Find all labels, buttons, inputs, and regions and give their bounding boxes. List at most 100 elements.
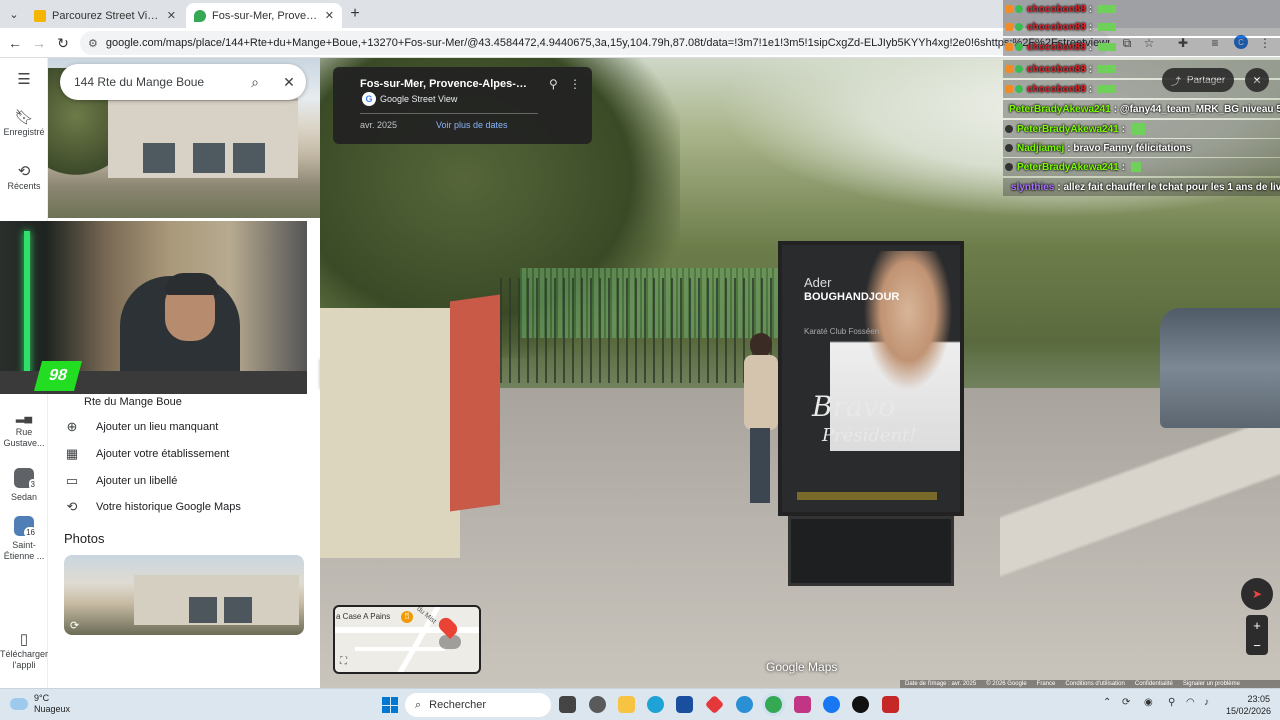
street-view-info-card: Fos-sur-Mer, Provence-Alpes-Côte ... G G…	[333, 67, 592, 144]
source-label: Google Street View	[380, 94, 458, 104]
chat-text: :	[1088, 63, 1093, 75]
weather-widget[interactable]: 9°C Nuageux	[10, 693, 70, 715]
location-pin-icon[interactable]: ⚲	[549, 77, 558, 91]
file-explorer-icon[interactable]	[618, 696, 635, 713]
google-maps-logo: Google Maps	[766, 660, 838, 674]
credit-country[interactable]: France	[1037, 680, 1056, 688]
task-view-icon[interactable]	[559, 696, 576, 713]
app-icon[interactable]	[882, 696, 899, 713]
screen: ⌄ Parcourez Street View et ajoute ✕ Fos-…	[0, 0, 1280, 720]
divider	[360, 113, 538, 114]
tab-search-button[interactable]: ⌄	[4, 4, 24, 24]
credit-report[interactable]: Signaler un problème	[1183, 680, 1240, 688]
start-button[interactable]	[382, 697, 398, 713]
chat-message: chocobon88:	[1003, 0, 1280, 18]
credit-date: Date de l'image : avr. 2025	[905, 681, 977, 687]
download-label: Télécharger l'appli	[0, 649, 49, 670]
url-text: google.com/maps/place/144+Rte+du+Mange+B…	[105, 37, 1110, 49]
add-location-icon: ⊕	[66, 419, 78, 434]
close-tab-icon[interactable]: ✕	[167, 9, 176, 22]
facebook-icon[interactable]	[823, 696, 840, 713]
maps-history[interactable]: ⟲ Votre historique Google Maps	[60, 494, 241, 520]
street-icon: ▂▄	[15, 411, 33, 423]
back-icon[interactable]: ←	[6, 34, 24, 52]
tiktok-icon[interactable]	[852, 696, 869, 713]
chat-user: slynthies	[1011, 181, 1055, 193]
add-label[interactable]: ▭ Ajouter un libellé	[60, 468, 178, 494]
sync-icon[interactable]: ⟳	[1122, 697, 1130, 708]
emote-icon	[1098, 23, 1117, 31]
chat-message: chocobon88:	[1003, 18, 1280, 36]
maps-favicon	[194, 9, 206, 22]
credit-privacy[interactable]: Confidentialité	[1135, 680, 1173, 688]
taskbar-search-label: Rechercher	[429, 699, 487, 711]
recent-place-sedan[interactable]: 3 Sedan	[0, 468, 48, 503]
download-app-button[interactable]: ▯ Télécharger l'appli	[0, 631, 49, 671]
volume-icon[interactable]: ♪	[1204, 697, 1209, 708]
sub-badge-icon	[1005, 85, 1013, 93]
chat-text: :	[1088, 83, 1093, 95]
recent-place-rue-gustave[interactable]: ▂▄ Rue Gustave...	[0, 412, 48, 449]
google-logo-icon: G	[362, 92, 376, 106]
recent-place-saint-etienne[interactable]: 16 Saint-Étienne ...	[0, 516, 48, 562]
credit-terms[interactable]: Conditions d'utilisation	[1065, 680, 1125, 688]
photo-thumbnail[interactable]: ⟳	[64, 555, 304, 635]
stream-badge: 98	[33, 361, 83, 391]
billboard-stand	[788, 516, 954, 586]
menu-label: Votre historique Google Maps	[96, 501, 241, 513]
app-icon[interactable]	[589, 696, 606, 713]
clock-time: 23:05	[1247, 694, 1270, 704]
edge-icon[interactable]	[647, 696, 664, 713]
chevron-up-icon[interactable]: ⌃	[1103, 697, 1111, 708]
saved-button[interactable]: 🔖︎ Enregistré	[0, 110, 48, 138]
more-options-icon[interactable]: ⋮	[569, 77, 581, 91]
system-clock[interactable]: 23:05 15/02/2026	[1226, 693, 1272, 717]
new-tab-button[interactable]: +	[346, 5, 364, 23]
zoom-in-icon[interactable]: +	[1246, 615, 1268, 635]
pedestrian-head	[750, 333, 772, 357]
site-info-icon[interactable]: ⚙	[88, 37, 98, 50]
clock-date: 15/02/2026	[1226, 706, 1272, 716]
add-business[interactable]: ▦ Ajouter votre établissement	[60, 441, 229, 467]
tab-fos-sur-mer[interactable]: Fos-sur-Mer, Provence-Alpes-C ✕	[186, 3, 342, 28]
emote-icon	[1131, 162, 1142, 172]
chat-message: chocobon88:	[1003, 38, 1280, 56]
network-icon[interactable]: ◉	[1144, 697, 1153, 708]
instagram-icon[interactable]	[794, 696, 811, 713]
phone-icon: ▯	[19, 631, 29, 648]
credit-copyright: © 2026 Google	[986, 681, 1027, 687]
door-shape	[189, 597, 217, 623]
recents-button[interactable]: ⟲ Récents	[0, 164, 48, 192]
emote-icon	[1098, 5, 1117, 13]
forward-icon[interactable]: →	[30, 34, 48, 52]
close-tab-icon[interactable]: ✕	[325, 9, 334, 22]
billboard-club: Karaté Club Fosséen	[804, 327, 880, 336]
close-search-icon[interactable]: ✕	[272, 65, 306, 99]
parked-car	[1160, 308, 1280, 428]
door-shape	[233, 143, 265, 173]
chrome-icon[interactable]	[765, 696, 782, 713]
search-icon[interactable]: ⌕	[238, 65, 272, 99]
tab-streetview-contribute[interactable]: Parcourez Street View et ajoute ✕	[26, 3, 184, 28]
app-icon[interactable]	[736, 696, 753, 713]
zoom-out-icon[interactable]: −	[1246, 635, 1268, 655]
address-bar[interactable]: ⚙ google.com/maps/place/144+Rte+du+Mange…	[80, 31, 1110, 55]
more-dates-link[interactable]: Voir plus de dates	[436, 120, 508, 130]
menu-button[interactable]: ☰	[0, 72, 48, 89]
pedestrian-body	[744, 355, 778, 430]
chat-text: :	[1088, 21, 1093, 33]
compass-icon[interactable]: ➤	[1241, 578, 1273, 610]
mic-icon[interactable]: ⚲	[1168, 697, 1175, 708]
wifi-icon[interactable]: ◠	[1186, 697, 1195, 708]
mini-map[interactable]: a Case A Pains 🍴︎ du Mist ⛶	[333, 605, 481, 674]
app-icon[interactable]	[704, 694, 725, 715]
expand-map-icon[interactable]: ⛶	[340, 656, 347, 667]
add-missing-place[interactable]: ⊕ Ajouter un lieu manquant	[60, 414, 219, 440]
search-input[interactable]: 144 Rte du Mange Boue ⌕ ✕	[60, 64, 306, 100]
chat-user: PeterBradyAkewa241	[1017, 123, 1119, 135]
billboard-name1: Ader	[804, 275, 832, 290]
reload-icon[interactable]: ↻	[54, 34, 72, 52]
taskbar-search[interactable]: ⌕ Rechercher	[405, 693, 551, 717]
store-icon[interactable]	[676, 696, 693, 713]
chat-message: slynthies: allez fait chauffer le tchat …	[1003, 178, 1280, 196]
